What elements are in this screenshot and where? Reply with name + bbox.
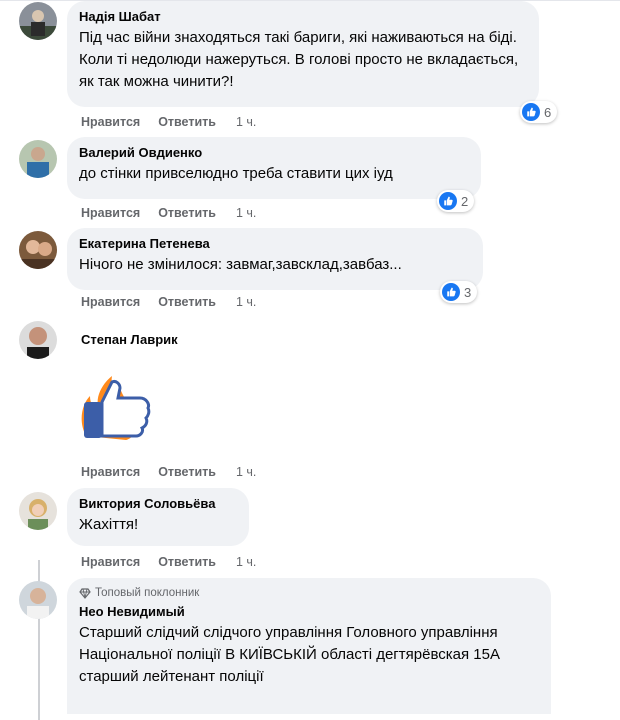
reaction-number: 2 (461, 193, 469, 209)
thumbs-up-fire-sticker (76, 366, 156, 444)
comment-actions: Нравится Ответить 1 ч. (81, 294, 274, 310)
timestamp[interactable]: 1 ч. (236, 555, 256, 569)
like-reaction-icon (442, 283, 460, 301)
comment-actions: Нравится Ответить 1 ч. (81, 464, 274, 480)
reaction-count[interactable]: 6 (520, 101, 558, 123)
reaction-count[interactable]: 2 (437, 190, 475, 212)
reaction-count[interactable]: 3 (440, 281, 478, 303)
comment-actions: Нравится Ответить 1 ч. (81, 114, 274, 130)
timestamp[interactable]: 1 ч. (236, 115, 256, 129)
comment-actions: Нравится Ответить 1 ч. (81, 554, 274, 570)
timestamp[interactable]: 1 ч. (236, 295, 256, 309)
reply-button[interactable]: Ответить (158, 555, 216, 569)
comment-actions: Нравится Ответить 1 ч. (81, 205, 274, 221)
reaction-number: 3 (464, 284, 472, 300)
avatar[interactable] (19, 581, 57, 619)
comment-text: Старший слідчий слідчого управління Голо… (79, 624, 505, 685)
reply-button[interactable]: Ответить (158, 206, 216, 220)
like-reaction-icon (439, 192, 457, 210)
comment-bubble: Надія Шабат Під час війни знаходяться та… (67, 1, 539, 107)
comment-author[interactable]: Нео Невидимый (79, 603, 539, 620)
comment-text: Під час війни знаходяться такі бариги, я… (79, 29, 523, 90)
comment-bubble: Виктория Соловьёва Жахіття! (67, 488, 249, 546)
avatar[interactable] (19, 231, 57, 269)
timestamp[interactable]: 1 ч. (236, 465, 256, 479)
comment-author[interactable]: Надія Шабат (79, 8, 527, 25)
like-button[interactable]: Нравится (81, 206, 140, 220)
avatar[interactable] (19, 140, 57, 178)
like-reaction-icon (522, 103, 540, 121)
top-fan-badge[interactable]: Топовый поклонник (79, 585, 539, 601)
comment-author[interactable]: Виктория Соловьёва (79, 495, 237, 512)
like-button[interactable]: Нравится (81, 555, 140, 569)
timestamp[interactable]: 1 ч. (236, 206, 256, 220)
comment-author[interactable]: Валерий Овдиенко (79, 144, 469, 161)
comment-text: Жахіття! (79, 516, 139, 533)
avatar[interactable] (19, 2, 57, 40)
comment-bubble: Екатерина Петенева Нічого не змінилося: … (67, 228, 483, 290)
reply-button[interactable]: Ответить (158, 115, 216, 129)
comment-text: Нічого не змінилося: завмаг,завсклад,зав… (79, 256, 402, 273)
avatar[interactable] (19, 321, 57, 359)
like-button[interactable]: Нравится (81, 295, 140, 309)
comment-author[interactable]: Екатерина Петенева (79, 235, 471, 252)
comment-author[interactable]: Степан Лаврик (81, 331, 178, 348)
reaction-number: 6 (544, 104, 552, 120)
comment-bubble: Валерий Овдиенко до стінки привселюдно т… (67, 137, 481, 199)
top-fan-label: Топовый поклонник (95, 587, 200, 599)
reply-button[interactable]: Ответить (158, 295, 216, 309)
comment-text: до стінки привселюдно треба ставити цих … (79, 165, 393, 182)
reply-button[interactable]: Ответить (158, 465, 216, 479)
comment-bubble: Топовый поклонник Нео Невидимый Старший … (67, 578, 551, 714)
like-button[interactable]: Нравится (81, 115, 140, 129)
diamond-icon (79, 587, 91, 599)
avatar[interactable] (19, 492, 57, 530)
like-button[interactable]: Нравится (81, 465, 140, 479)
